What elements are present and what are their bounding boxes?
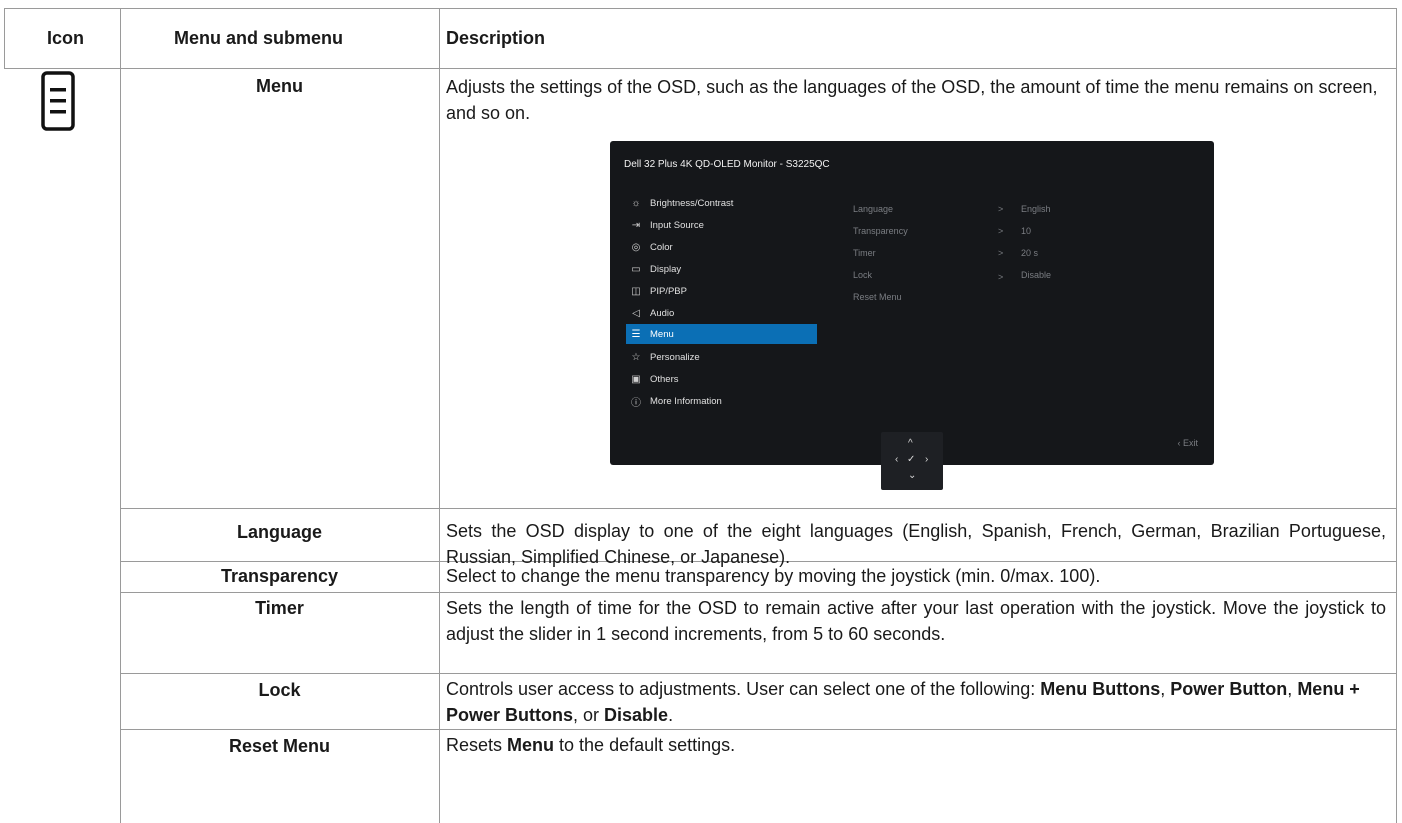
osd-item-pip-pbp[interactable]: ◫ PIP/PBP [626,281,817,301]
header-icon: Icon [47,27,85,48]
osd-value-transparency: 10 [1021,226,1032,236]
audio-icon: ◁ [632,307,640,319]
table-right-border [1396,8,1397,823]
others-icon: ▣ [631,373,641,385]
joystick-center-icon: ✓ [907,454,916,465]
lock-label: Lock [258,680,301,700]
osd-sub-language[interactable]: Language [853,204,893,214]
timer-description: Sets the length of time for the OSD to r… [446,598,1386,644]
osd-item-menu[interactable]: ☰ Menu [626,324,817,344]
osd-item-display[interactable]: ▭ Display [626,259,817,279]
menu-label: Menu [256,76,303,96]
reset-menu-description: Resets Menu to the default settings. [446,735,736,755]
osd-screenshot: Dell 32 Plus 4K QD-OLED Monitor - S3225Q… [610,141,1214,465]
lock-description: Controls user access to adjustments. Use… [446,679,1360,725]
osd-item-personalize[interactable]: ☆ Personalize [626,347,817,367]
star-icon: ☆ [631,351,641,363]
osd-value-lock: Disable [1021,270,1052,280]
brightness-icon: ☼ [631,197,641,209]
header-description: Description [446,27,546,48]
chevron-right-icon: > [998,226,1004,236]
input-source-icon: ⇥ [631,219,641,231]
transparency-label: Transparency [220,566,339,586]
joystick-guide: ^ ‹ ✓ › ⌄ [881,432,943,490]
chevron-right-icon: > [998,204,1004,214]
row-divider [120,592,1397,593]
header-menu-and-submenu: Menu and submenu [174,27,344,48]
option-disable: Disable [604,705,669,725]
menu-column-divider [439,8,440,823]
menu-description: Adjusts the settings of the OSD, such as… [446,77,1378,123]
osd-exit-button[interactable]: ‹ Exit [1177,438,1198,448]
osd-sub-reset-menu[interactable]: Reset Menu [853,292,902,302]
reset-menu-label: Reset Menu [228,736,331,756]
language-label: Language [236,522,322,542]
color-icon: ◎ [631,241,641,253]
option-power-button: Power Button [1170,679,1288,699]
joystick-right-icon: › [925,454,929,465]
chevron-right-icon: > [998,248,1004,258]
display-icon: ▭ [631,263,641,275]
joystick-down-icon: ⌄ [908,470,917,481]
pip-pbp-icon: ◫ [631,285,641,297]
menu-icon: ☰ [631,328,641,340]
transparency-description: Select to change the menu transparency b… [446,566,1101,586]
osd-sub-lock[interactable]: Lock [853,270,872,280]
osd-item-more-information[interactable]: ⓘ More Information [626,391,817,411]
osd-sub-timer[interactable]: Timer [853,248,876,258]
osd-value-timer: 20 s [1021,248,1039,258]
header-bottom-border [4,68,1397,69]
table-left-border [4,8,5,68]
osd-title: Dell 32 Plus 4K QD-OLED Monitor - S3225Q… [624,159,830,170]
osd-item-brightness-contrast[interactable]: ☼ Brightness/Contrast [626,193,817,213]
joystick-up-icon: ^ [908,438,913,449]
osd-item-audio[interactable]: ◁ Audio [626,303,817,323]
osd-value-language: English [1021,204,1051,214]
osd-item-input-source[interactable]: ⇥ Input Source [626,215,817,235]
row-divider [120,673,1397,674]
osd-item-color[interactable]: ◎ Color [626,237,817,257]
timer-label: Timer [255,598,304,618]
row-divider [120,508,1397,509]
row-divider [120,729,1397,730]
osd-item-others[interactable]: ▣ Others [626,369,817,389]
info-icon: ⓘ [631,397,641,409]
osd-sub-transparency[interactable]: Transparency [853,226,908,236]
menu-list-icon [41,71,75,133]
joystick-left-icon: ‹ [895,454,899,465]
option-menu-buttons: Menu Buttons [1040,679,1161,699]
chevron-right-icon: > [998,272,1004,282]
